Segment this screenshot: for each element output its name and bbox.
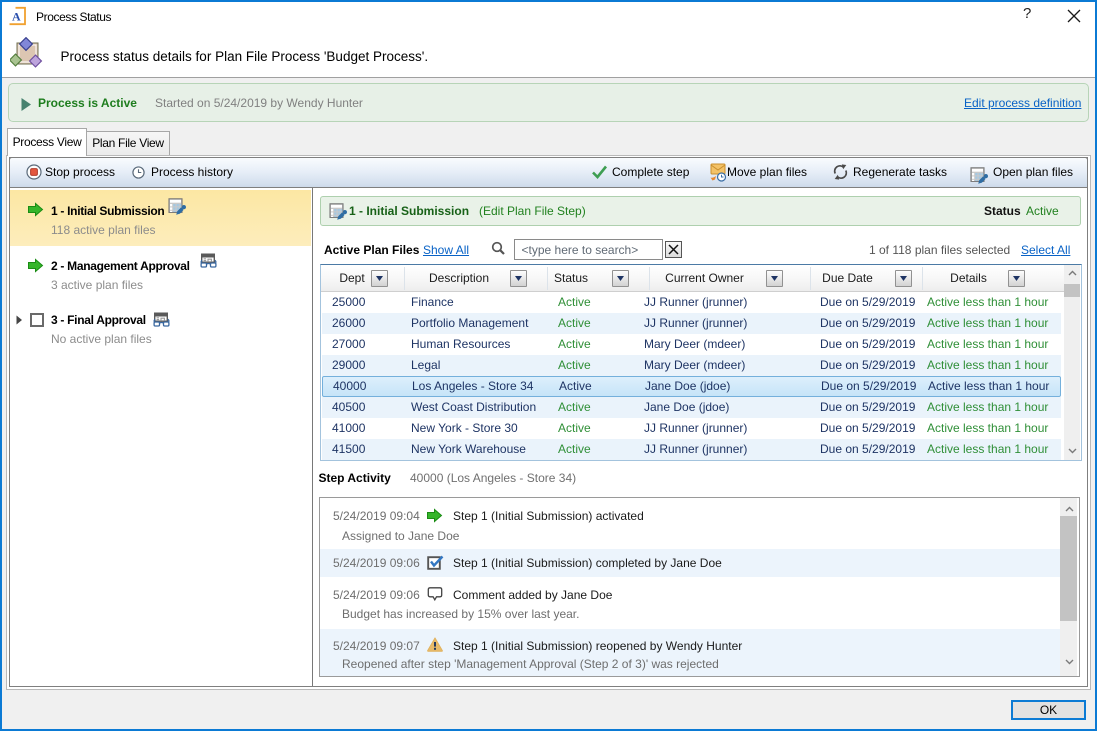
svg-text:A: A bbox=[12, 10, 21, 24]
